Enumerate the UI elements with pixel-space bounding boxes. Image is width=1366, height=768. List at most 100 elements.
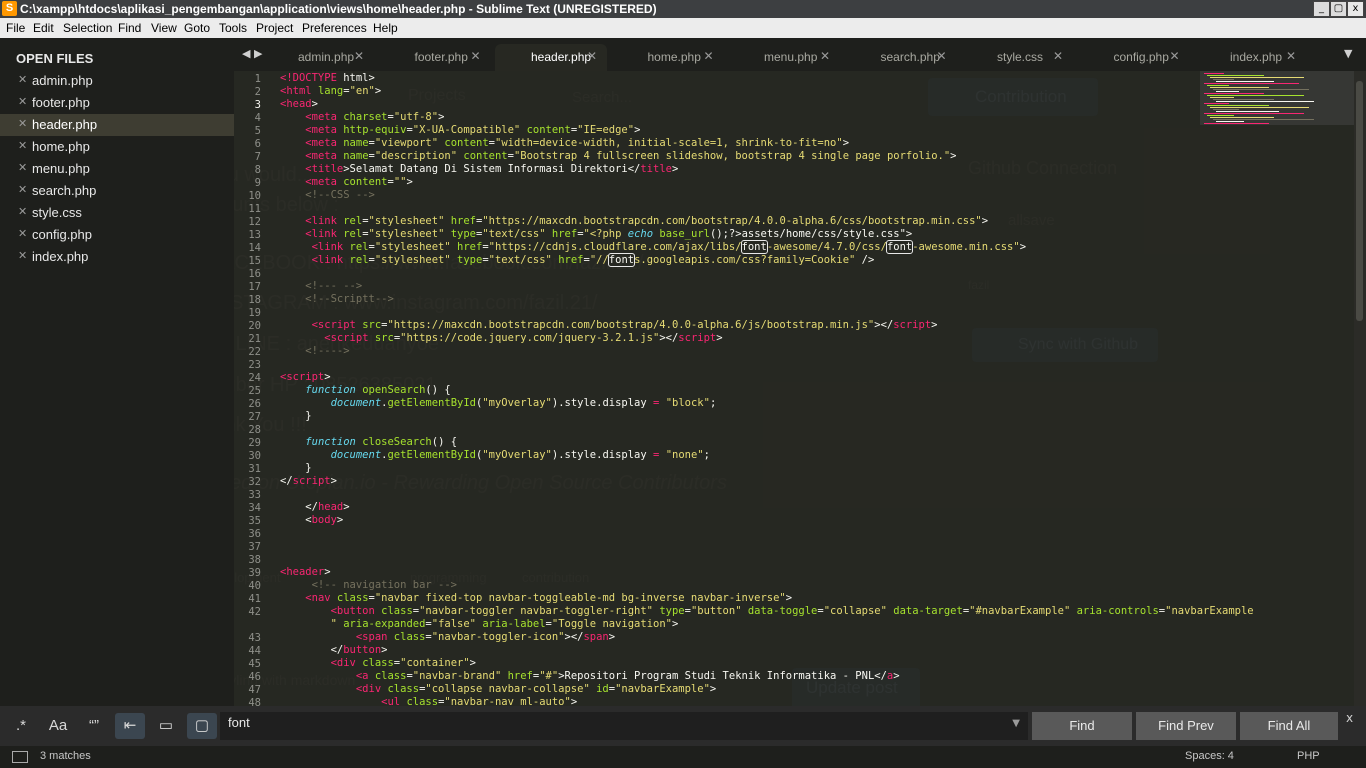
code-line[interactable]: </head>: [280, 501, 349, 513]
menu-tools[interactable]: Tools: [219, 21, 247, 35]
code-editor[interactable]: 1 2 3 4 5 6 7 8 9 10 11 12 13 14 15 16 17 18 19 20 21 22 23 24 2…: [234, 71, 1354, 706]
menu-preferences[interactable]: Preferences: [302, 21, 367, 35]
code-line[interactable]: function closeSearch() {: [280, 436, 457, 448]
code-line[interactable]: <meta name="description" content="Bootst…: [280, 150, 956, 162]
tab-file[interactable]: index.php ✕: [1194, 44, 1306, 71]
code-line[interactable]: document.getElementById("myOverlay").sty…: [280, 449, 710, 461]
close-tab-icon[interactable]: ✕: [704, 49, 714, 63]
find-button[interactable]: Find: [1032, 712, 1132, 740]
case-sensitive-toggle[interactable]: Aa: [43, 713, 73, 739]
find-all-button[interactable]: Find All: [1240, 712, 1338, 740]
close-window-button[interactable]: x: [1347, 1, 1364, 17]
code-line[interactable]: <nav class="navbar fixed-top navbar-togg…: [280, 592, 792, 604]
regex-toggle[interactable]: .*: [6, 713, 36, 739]
sidebar-file-item[interactable]: ✕ footer.php: [0, 92, 234, 114]
code-line[interactable]: <link rel="stylesheet" href="https://max…: [280, 215, 988, 227]
code-line[interactable]: <meta http-equiv="X-UA-Compatible" conte…: [280, 124, 640, 136]
code-line[interactable]: }: [280, 462, 311, 474]
code-line[interactable]: }: [280, 410, 311, 422]
maximize-button[interactable]: ▢: [1330, 1, 1347, 17]
wrap-toggle[interactable]: ⇤: [115, 713, 145, 739]
highlight-matches-toggle[interactable]: ▢: [187, 713, 217, 739]
close-tab-icon[interactable]: ✕: [1286, 49, 1296, 63]
sidebar-file-item[interactable]: ✕ style.css: [0, 202, 234, 224]
close-file-icon[interactable]: ✕: [18, 161, 27, 174]
code-line[interactable]: <link rel="stylesheet" href="https://cdn…: [280, 240, 1026, 254]
code-line[interactable]: <div class="container">: [280, 657, 476, 669]
tab-file[interactable]: footer.php ✕: [379, 44, 491, 71]
close-tab-icon[interactable]: ✕: [1170, 49, 1180, 63]
tab-file[interactable]: header.php ✕: [495, 44, 607, 71]
code-line[interactable]: function openSearch() {: [280, 384, 450, 396]
code-line[interactable]: </button>: [280, 644, 388, 656]
minimize-button[interactable]: _: [1313, 1, 1330, 17]
close-file-icon[interactable]: ✕: [18, 249, 27, 262]
sidebar-file-item[interactable]: ✕ admin.php: [0, 70, 234, 92]
close-find-panel-button[interactable]: x: [1346, 711, 1353, 725]
find-prev-button[interactable]: Find Prev: [1136, 712, 1236, 740]
tab-file[interactable]: admin.php ✕: [262, 44, 374, 71]
code-line[interactable]: <script src="https://code.jquery.com/jqu…: [280, 332, 722, 344]
code-line[interactable]: <link rel="stylesheet" type="text/css" h…: [280, 253, 874, 267]
find-input[interactable]: font ▼: [220, 712, 1028, 740]
close-tab-icon[interactable]: ✕: [471, 49, 481, 63]
close-file-icon[interactable]: ✕: [18, 227, 27, 240]
minimap[interactable]: [1200, 71, 1354, 125]
code-line[interactable]: <script>: [280, 371, 331, 383]
code-line[interactable]: </script>: [280, 475, 337, 487]
panel-toggle-icon[interactable]: [12, 751, 28, 763]
close-tab-icon[interactable]: ✕: [587, 49, 597, 63]
in-selection-toggle[interactable]: ▭: [151, 713, 181, 739]
close-file-icon[interactable]: ✕: [18, 95, 27, 108]
code-line[interactable]: <!--CSS -->: [280, 189, 375, 201]
code-line[interactable]: <ul class="navbar-nav ml-auto">: [280, 696, 577, 706]
menu-view[interactable]: View: [151, 21, 177, 35]
tab-file[interactable]: config.php ✕: [1078, 44, 1190, 71]
close-file-icon[interactable]: ✕: [18, 73, 27, 86]
close-file-icon[interactable]: ✕: [18, 139, 27, 152]
tab-file[interactable]: menu.php ✕: [728, 44, 840, 71]
code-line[interactable]: <!---->: [280, 345, 349, 357]
code-line[interactable]: <!-- navigation bar -->: [280, 579, 457, 591]
sidebar-file-item[interactable]: ✕ config.php: [0, 224, 234, 246]
code-line[interactable]: <!--- -->: [280, 280, 362, 292]
code-line[interactable]: <html lang="en">: [280, 85, 381, 97]
code-line[interactable]: <title>Selamat Datang Di Sistem Informas…: [280, 163, 678, 175]
tab-file[interactable]: home.php ✕: [612, 44, 724, 71]
code-line[interactable]: document.getElementById("myOverlay").sty…: [280, 397, 717, 409]
code-line[interactable]: <div class="collapse navbar-collapse" id…: [280, 683, 716, 695]
code-line[interactable]: <link rel="stylesheet" type="text/css" h…: [280, 228, 912, 240]
code-line[interactable]: <script src="https://maxcdn.bootstrapcdn…: [280, 319, 938, 331]
code-line[interactable]: <!--Scriptt-->: [280, 293, 394, 305]
code-line[interactable]: " aria-expanded="false" aria-label="Togg…: [280, 618, 679, 630]
close-file-icon[interactable]: ✕: [18, 117, 27, 130]
sidebar-file-item[interactable]: ✕ header.php: [0, 114, 234, 136]
code-line[interactable]: <head>: [280, 98, 318, 110]
sidebar-file-item[interactable]: ✕ index.php: [0, 246, 234, 268]
vertical-scrollbar[interactable]: [1354, 71, 1366, 706]
sidebar-file-item[interactable]: ✕ home.php: [0, 136, 234, 158]
indentation-status[interactable]: Spaces: 4: [1185, 750, 1234, 762]
syntax-status[interactable]: PHP: [1297, 750, 1320, 762]
close-tab-icon[interactable]: ✕: [937, 49, 947, 63]
menu-goto[interactable]: Goto: [184, 21, 210, 35]
tab-nav-arrows-icon[interactable]: ◀ ▶: [242, 47, 262, 60]
code-line[interactable]: <span class="navbar-toggler-icon"></span…: [280, 631, 615, 643]
menu-find[interactable]: Find: [118, 21, 141, 35]
code-line[interactable]: <header>: [280, 566, 331, 578]
sidebar-file-item[interactable]: ✕ menu.php: [0, 158, 234, 180]
menu-edit[interactable]: Edit: [33, 21, 54, 35]
sidebar-file-item[interactable]: ✕ search.php: [0, 180, 234, 202]
tab-file[interactable]: style.css ✕: [961, 44, 1073, 71]
code-line[interactable]: <meta charset="utf-8">: [280, 111, 444, 123]
close-tab-icon[interactable]: ✕: [1053, 49, 1063, 63]
tab-list-chevron-icon[interactable]: ▼: [1344, 47, 1352, 60]
chevron-down-icon[interactable]: ▼: [1012, 718, 1020, 729]
code-line[interactable]: <button class="navbar-toggler navbar-tog…: [280, 605, 1254, 617]
menu-project[interactable]: Project: [256, 21, 293, 35]
close-tab-icon[interactable]: ✕: [354, 49, 364, 63]
code-line[interactable]: <meta name="viewport" content="width=dev…: [280, 137, 849, 149]
menu-help[interactable]: Help: [373, 21, 398, 35]
menu-file[interactable]: File: [6, 21, 25, 35]
code-line[interactable]: <meta content="">: [280, 176, 413, 188]
